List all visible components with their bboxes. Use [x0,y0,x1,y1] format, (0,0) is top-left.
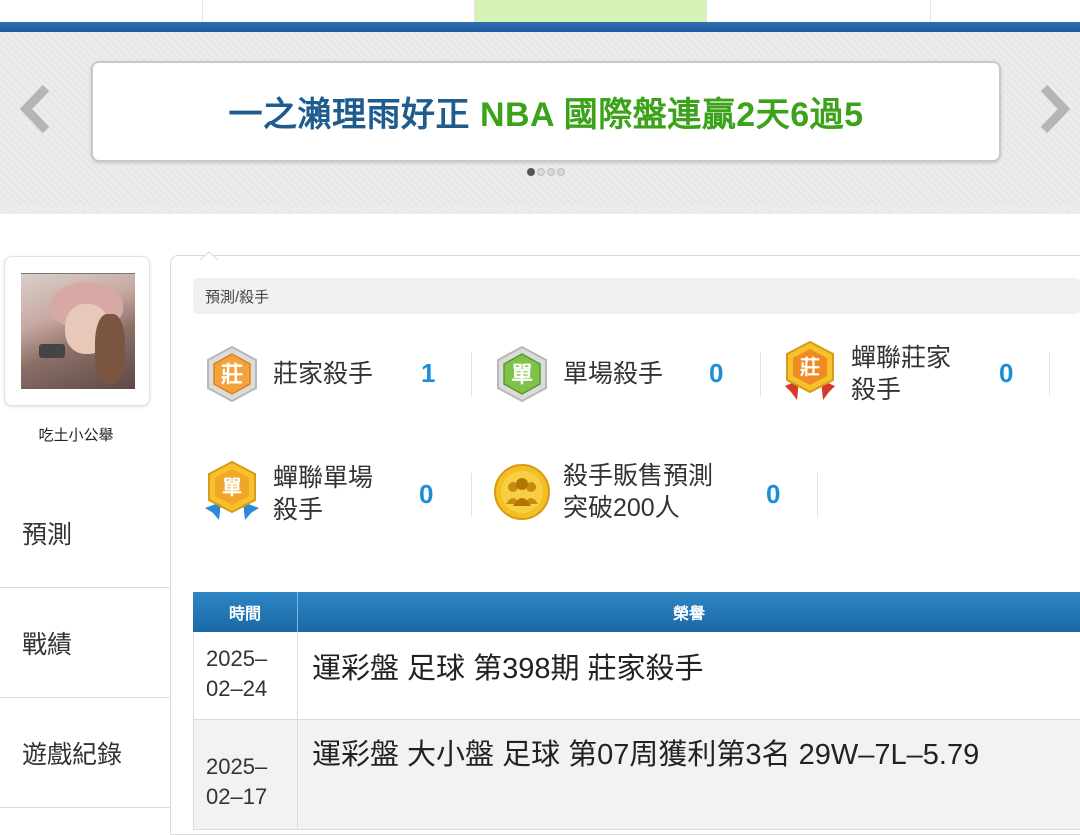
divider [471,473,472,517]
sidebar-item-game-log[interactable]: 遊戲紀錄 [0,698,170,808]
stat-label: 蟬聯單場 殺手 [273,462,373,526]
sidebar-menu: 預測 戰績 遊戲紀錄 [0,478,170,808]
top-nav-tab[interactable] [930,0,1080,24]
stat-label-line: 突破200人 [563,494,680,522]
stat-label: 殺手販售預測 突破200人 [563,460,713,524]
stat-value[interactable]: 1 [421,358,435,389]
row-honor: 運彩盤 足球 第398期 莊家殺手 [312,653,704,685]
carousel-dot[interactable] [547,168,555,176]
stat-label: 蟬聯莊家 殺手 [851,342,951,406]
league-single-badge-icon: 單 [203,460,261,528]
svg-text:莊: 莊 [221,363,243,388]
chevron-right-icon[interactable] [1038,84,1072,134]
stat-banker-killer: 莊 莊家殺手 [203,345,373,403]
carousel-dot[interactable] [557,168,565,176]
stat-value[interactable]: 0 [766,479,780,510]
top-nav-tab[interactable] [706,0,930,24]
row-date-line: 02–17 [206,784,268,809]
table-row: 2025– 02–24 運彩盤 足球 第398期 莊家殺手 [193,632,1080,720]
divider [817,473,818,517]
row-date-line: 2025– [206,646,268,671]
carousel-dots [527,168,565,176]
row-date-line: 02–24 [206,676,268,701]
banner-title: 一之瀨理雨好正 NBA 國際盤連贏2天6過5 [228,87,863,136]
stat-label-line: 殺手 [273,496,324,524]
stat-value[interactable]: 0 [999,358,1013,389]
banner-title-name: 一之瀨理雨好正 [228,96,470,134]
banker-badge-icon: 莊 [203,345,261,403]
stat-value[interactable]: 0 [709,358,723,389]
carousel-dot[interactable] [537,168,545,176]
banner-title-highlight: NBA 國際盤連贏2天6過5 [479,96,864,134]
stat-value[interactable]: 0 [419,479,433,510]
panel-notch [200,251,218,261]
row-honor: 運彩盤 大小盤 足球 第07周獲利第3名 29W–7L–5.79 [312,739,980,771]
banner-slide[interactable]: 一之瀨理雨好正 NBA 國際盤連贏2天6過5 [91,61,1001,162]
stat-single-killer: 單 單場殺手 [493,345,663,403]
sidebar-item-predict[interactable]: 預測 [0,478,170,588]
sales-badge-icon [493,463,551,521]
stat-label: 莊家殺手 [273,360,374,388]
divider [760,352,761,396]
league-banker-badge-icon: 莊 [781,340,839,408]
header-divider [0,22,1080,32]
svg-text:單: 單 [511,363,533,388]
stat-league-single-killer: 單 蟬聯單場 殺手 [203,460,373,528]
honor-table: 時間 榮譽 2025– 02–24 運彩盤 足球 第398期 莊家殺手 2025… [193,592,1080,830]
breadcrumb: 預測/殺手 [193,278,1080,314]
top-nav-tab[interactable] [202,0,474,24]
divider [1049,352,1050,396]
row-date-line: 2025– [206,754,268,779]
stat-label: 單場殺手 [563,360,664,388]
stat-league-banker-killer: 莊 蟬聯莊家 殺手 [781,340,951,408]
stat-label-line: 蟬聯單場 [273,464,374,492]
chevron-left-icon[interactable] [18,84,52,134]
single-badge-icon: 單 [493,345,551,403]
top-nav-tab-active[interactable] [474,0,706,24]
table-header: 時間 榮譽 [193,592,1080,632]
stat-label-line: 蟬聯莊家 [851,344,952,372]
banner-scallop-edge [0,206,1080,218]
row-date: 2025– 02–24 [193,632,298,719]
stat-label-line: 殺手 [851,376,902,404]
svg-text:單: 單 [222,475,242,499]
column-header-time: 時間 [193,592,298,632]
table-row: 2025– 02–17 運彩盤 大小盤 足球 第07周獲利第3名 29W–7L–… [193,720,1080,830]
sidebar-item-record[interactable]: 戰績 [0,588,170,698]
stat-label-line: 殺手販售預測 [563,462,714,490]
divider [471,352,472,396]
column-header-honor: 榮譽 [672,606,705,623]
row-date: 2025– 02–17 [193,720,298,829]
stat-sales-killer: 殺手販售預測 突破200人 [493,460,713,524]
profile-card [4,256,150,406]
carousel-dot[interactable] [527,168,535,176]
top-nav [0,0,1080,24]
username[interactable]: 吃土小公舉 [0,424,152,445]
avatar[interactable] [21,273,135,389]
svg-text:莊: 莊 [800,355,820,379]
